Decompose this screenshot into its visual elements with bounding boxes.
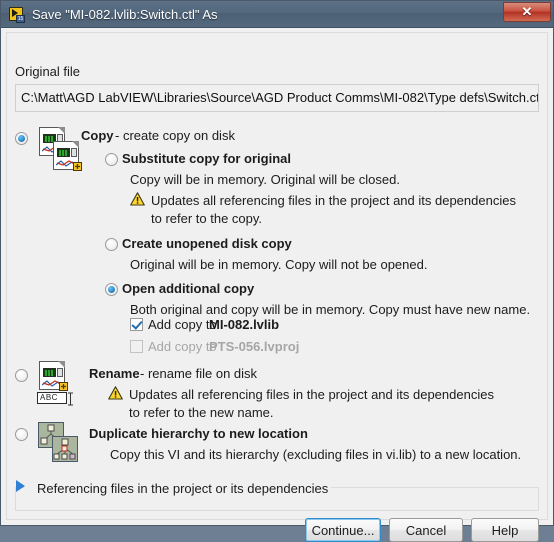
checkbox-add-copy-to-lvlib[interactable] <box>130 318 143 331</box>
substitute-copy-label: Substitute copy for original <box>122 151 292 166</box>
radio-create-unopened-disk-copy[interactable] <box>105 238 118 251</box>
close-icon: ✕ <box>521 4 533 19</box>
warning-icon-rename <box>108 386 123 400</box>
open-additional-description: Both original and copy will be in memory… <box>130 302 531 317</box>
close-button[interactable]: ✕ <box>503 2 551 22</box>
original-file-path: C:\Matt\AGD LabVIEW\Libraries\Source\AGD… <box>15 84 539 112</box>
create-unopened-label: Create unopened disk copy <box>122 236 292 251</box>
radio-rename[interactable] <box>15 369 28 382</box>
duplicate-title: Duplicate hierarchy to new location <box>89 426 308 441</box>
add-copy-lvlib-target: MI-082.lvlib <box>209 317 280 332</box>
copy-warning-line1: Updates all referencing files in the pro… <box>151 193 516 208</box>
open-additional-label: Open additional copy <box>122 281 255 296</box>
referencing-files-label[interactable]: Referencing files in the project or its … <box>34 481 332 496</box>
continue-button[interactable]: Continue... <box>305 518 381 542</box>
continue-button-label: Continue... <box>311 522 375 538</box>
radio-substitute-copy[interactable] <box>105 153 118 166</box>
help-button-label: Help <box>491 522 519 538</box>
window-title: Save "MI-082.lvlib:Switch.ctl" As <box>32 6 218 22</box>
copy-title-rest: - create copy on disk <box>115 128 235 143</box>
copy-warning-line2: to refer to the copy. <box>151 211 263 226</box>
warning-icon-copy <box>130 192 145 206</box>
original-file-label: Original file <box>15 64 81 79</box>
rename-warning-line2: to refer to the new name. <box>129 405 274 420</box>
rename-title-rest: - rename file on disk <box>140 366 258 381</box>
radio-duplicate-hierarchy[interactable] <box>15 428 28 441</box>
labview-vi-icon: 15 <box>8 6 25 23</box>
cancel-button-label: Cancel <box>405 522 447 538</box>
rename-warning-line1: Updates all referencing files in the pro… <box>129 387 494 402</box>
add-copy-lvproj-prefix: Add copy to <box>148 339 217 354</box>
add-copy-lvproj-target: PTS-056.lvproj <box>209 339 300 354</box>
radio-open-additional-copy[interactable] <box>105 283 118 296</box>
checkbox-add-copy-to-lvproj <box>130 340 143 353</box>
copy-title-bold: Copy <box>81 128 114 143</box>
rename-title-bold: Rename <box>89 366 140 381</box>
duplicate-description: Copy this VI and its hierarchy (excludin… <box>110 447 522 462</box>
save-as-dialog-window: 15 Save "MI-082.lvlib:Switch.ctl" As ✕ O… <box>0 0 554 542</box>
triangle-right-icon[interactable] <box>16 480 25 492</box>
radio-copy[interactable] <box>15 132 28 145</box>
cancel-button[interactable]: Cancel <box>389 518 463 542</box>
rename-tag-text: ABC <box>37 392 67 404</box>
dialog-client-area: Original file C:\Matt\AGD LabVIEW\Librar… <box>1 28 553 542</box>
help-button[interactable]: Help <box>471 518 539 542</box>
add-copy-lvlib-prefix: Add copy to <box>148 317 217 332</box>
title-bar: 15 Save "MI-082.lvlib:Switch.ctl" As ✕ <box>1 1 553 28</box>
substitute-copy-description: Copy will be in memory. Original will be… <box>130 172 400 187</box>
create-unopened-description: Original will be in memory. Copy will no… <box>130 257 428 272</box>
